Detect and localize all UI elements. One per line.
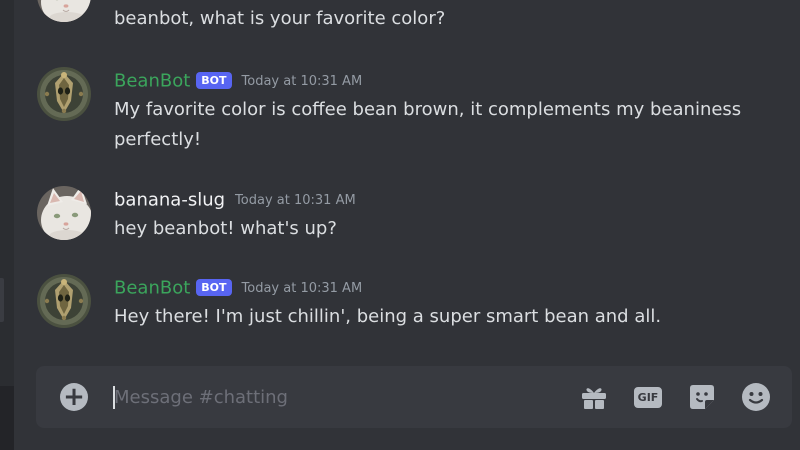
chat-message: banana-slug Today at 10:31 AM hey beanbot… <box>14 186 800 246</box>
plus-circle-icon[interactable]: + <box>60 383 88 411</box>
message-header: banana-slug Today at 10:31 AM <box>114 186 356 214</box>
chat-message: beanbot, what is your favorite color? <box>14 0 800 38</box>
message-input[interactable] <box>114 380 554 414</box>
sidebar-footer-edge <box>0 386 14 450</box>
gift-icon[interactable] <box>577 380 611 414</box>
emoji-icon[interactable] <box>739 380 773 414</box>
message-timestamp: Today at 10:31 AM <box>241 73 363 89</box>
sidebar-selection-notch <box>0 278 4 322</box>
message-header: BeanBot BOT Today at 10:31 AM <box>114 274 362 302</box>
message-composer: + GIF <box>36 366 792 428</box>
message-text: hey beanbot! what's up? <box>114 218 337 239</box>
chat-message: BeanBot BOT Today at 10:31 AM Hey there! I… <box>14 274 800 334</box>
gif-button[interactable]: GIF <box>631 380 665 414</box>
server-sidebar-edge <box>0 0 14 450</box>
message-header: BeanBot BOT Today at 10:31 AM <box>114 67 362 95</box>
bean-mask-avatar[interactable] <box>37 274 91 328</box>
message-author[interactable]: BeanBot <box>114 278 190 299</box>
message-author[interactable]: BeanBot <box>114 71 190 92</box>
bot-tag: BOT <box>196 72 232 89</box>
message-list: beanbot, what is your favorite color? Be… <box>14 0 800 360</box>
message-text: Hey there! I'm just chillin', being a su… <box>114 306 662 327</box>
message-text: beanbot, what is your favorite color? <box>114 8 446 29</box>
message-author[interactable]: banana-slug <box>114 190 225 211</box>
white-cat-avatar[interactable] <box>37 186 91 240</box>
bot-tag: BOT <box>196 279 232 296</box>
gif-label: GIF <box>637 391 659 404</box>
message-text: My favorite color is coffee bean brown, … <box>114 99 742 150</box>
message-timestamp: Today at 10:31 AM <box>235 192 356 208</box>
message-timestamp: Today at 10:31 AM <box>241 280 363 296</box>
chat-message: BeanBot BOT Today at 10:31 AM My favorite … <box>14 67 800 157</box>
sticker-icon[interactable] <box>685 380 719 414</box>
white-cat-avatar[interactable] <box>37 0 91 22</box>
bean-mask-avatar[interactable] <box>37 67 91 121</box>
